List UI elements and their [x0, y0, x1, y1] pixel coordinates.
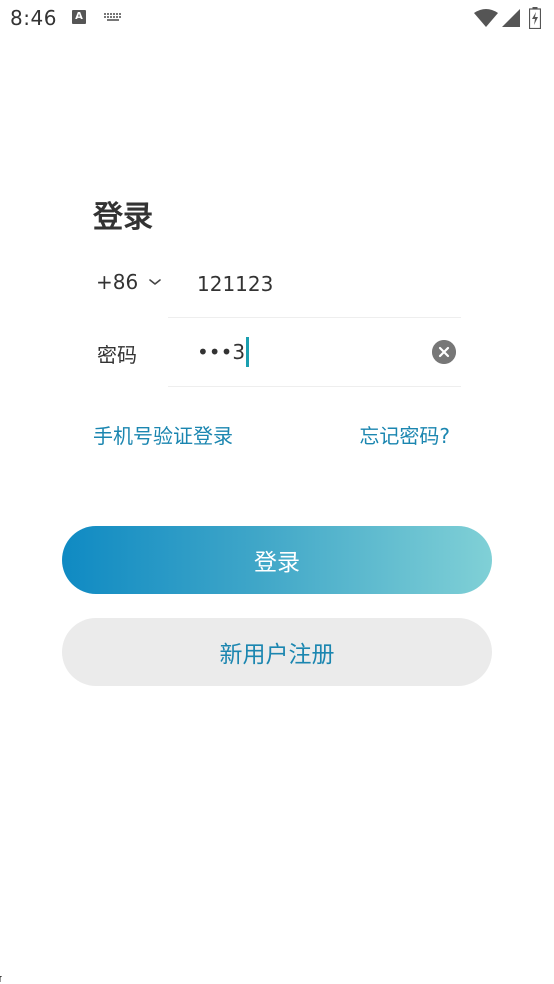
status-time: 8:46 — [10, 6, 57, 30]
password-label: 密码 — [97, 343, 137, 367]
password-divider — [168, 386, 461, 387]
page-title: 登录 — [93, 200, 153, 235]
signal-icon — [502, 9, 520, 27]
status-bar: 8:46 A — [0, 0, 554, 38]
login-button[interactable]: 登录 — [62, 526, 492, 594]
chevron-down-icon[interactable] — [148, 277, 162, 287]
login-button-label: 登录 — [254, 550, 300, 576]
wifi-icon — [474, 9, 498, 27]
password-input[interactable]: •••3 — [197, 332, 422, 372]
password-value: •••3 — [197, 340, 246, 364]
forgot-password-link[interactable]: 忘记密码? — [359, 420, 450, 449]
register-button[interactable]: 新用户注册 — [62, 618, 492, 686]
country-code-selector[interactable]: +86 — [96, 270, 138, 294]
a-notification-icon: A — [72, 10, 86, 24]
text-cursor — [246, 336, 250, 367]
corner-mark — [0, 976, 3, 982]
sms-login-link[interactable]: 手机号验证登录 — [93, 420, 233, 449]
register-button-label: 新用户注册 — [219, 642, 335, 668]
phone-divider — [168, 317, 461, 318]
phone-input[interactable] — [197, 262, 457, 306]
keyboard-icon — [104, 13, 121, 21]
battery-icon — [529, 7, 541, 29]
clear-icon[interactable] — [432, 340, 456, 364]
